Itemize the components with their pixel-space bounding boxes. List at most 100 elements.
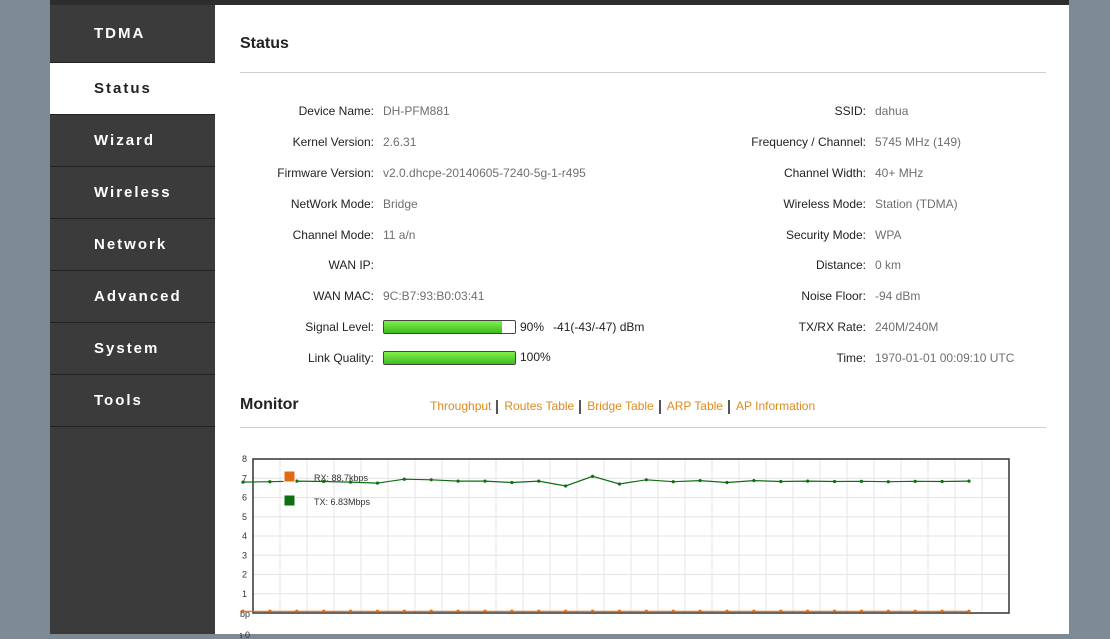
data-point-tx: [752, 478, 756, 483]
legend-label-tx: TX: 6.83Mbps: [314, 497, 371, 507]
info-value: DH-PFM881: [383, 104, 450, 119]
data-point-rx: [510, 609, 514, 613]
left-info-row: Channel Mode: 11 a/n: [240, 219, 720, 250]
info-value: dahua: [875, 104, 909, 119]
data-point-tx: [483, 479, 487, 483]
data-point-tx: [779, 479, 783, 484]
sidebar-item-tdma[interactable]: TDMA: [50, 5, 215, 63]
link-separator: [658, 399, 661, 414]
info-label: Firmware Version:: [277, 165, 374, 180]
y-unit-label: Mbp: [240, 609, 250, 619]
sidebar-item-system[interactable]: System: [50, 323, 215, 375]
sidebar-item-wizard[interactable]: Wizard: [50, 115, 215, 167]
info-value: 40+ MHz: [875, 165, 924, 180]
data-point-rx: [886, 609, 890, 613]
info-label: Channel Mode:: [292, 227, 374, 242]
device-info-left: Device Name: DH-PFM881 Kernel Version: 2.6.…: [240, 96, 720, 373]
monitor-link-routes-table[interactable]: Routes Table: [504, 399, 574, 413]
y-tick-label: 5: [242, 512, 247, 522]
link-quality-value: 100%: [374, 350, 551, 366]
legend-label-rx: RX: 88.7kbps: [314, 473, 369, 483]
data-point-rx: [913, 609, 917, 613]
status-title: Status: [240, 35, 289, 52]
sidebar-item-wireless[interactable]: Wireless: [50, 167, 215, 219]
data-point-rx: [779, 609, 783, 613]
data-point-tx: [967, 479, 971, 483]
data-point-rx: [644, 609, 648, 613]
info-value: 240M/240M: [875, 319, 939, 334]
left-info-row: Firmware Version: v2.0.dhcpe-20140605-724…: [240, 158, 720, 189]
info-label: Noise Floor:: [801, 289, 866, 304]
info-value: 11 a/n: [383, 227, 416, 242]
main-content: Status Device Name: DH-PFM881 Kernel Versi…: [240, 5, 1046, 639]
info-value: v2.0.dhcpe-20140605-7240-5g-1-r495: [383, 165, 586, 180]
sidebar-item-status[interactable]: Status: [50, 63, 215, 115]
data-point-rx: [456, 609, 460, 613]
link-separator: [579, 399, 582, 414]
right-info-row: Noise Floor: -94 dBm: [720, 281, 1040, 312]
right-info-row: TX/RX Rate: 240M/240M: [720, 312, 1040, 343]
link-quality-bar-fill: [384, 352, 515, 365]
info-value: 5745 MHz (149): [875, 135, 962, 150]
info-label: Channel Width:: [783, 165, 866, 180]
monitor-link-ap-information[interactable]: AP Information: [736, 399, 815, 413]
monitor-link-arp-table[interactable]: ARP Table: [667, 399, 723, 413]
signal-level-dbm: -41(-43/-47) dBm: [553, 319, 645, 334]
link-quality-bar: [383, 351, 516, 366]
right-info-row: Security Mode: WPA: [720, 219, 1040, 250]
info-label: Kernel Version:: [292, 135, 374, 150]
monitor-link-bridge-table[interactable]: Bridge Table: [587, 399, 654, 413]
signal-level-row: Signal Level: 90% -41(-43/-47) dBm: [240, 312, 720, 343]
data-point-rx: [402, 609, 406, 613]
signal-level-value: 90% -41(-43/-47) dBm: [374, 320, 644, 335]
data-point-rx: [590, 609, 595, 613]
data-point-rx: [725, 609, 729, 613]
right-info-row: Time: 1970-01-01 00:09:10 UTC: [720, 342, 1040, 373]
data-point-tx: [402, 477, 406, 481]
data-point-tx: [940, 479, 944, 484]
link-quality-label: Link Quality:: [307, 350, 374, 365]
data-point-rx: [483, 609, 487, 613]
sidebar-nav: TDMA Status Wizard Wireless Network Advanced S…: [50, 5, 215, 634]
data-point-rx: [322, 609, 326, 613]
info-value: 2.6.31: [383, 135, 417, 150]
info-value: 9C:B7:93:B0:03:41: [383, 289, 485, 304]
right-info-row: Channel Width: 40+ MHz: [720, 158, 1040, 189]
right-info-row: Frequency / Channel: 5745 MHz (149): [720, 127, 1040, 158]
data-point-rx: [295, 609, 299, 613]
data-point-rx: [268, 609, 272, 613]
info-value: 0 km: [875, 258, 902, 273]
legend-swatch-rx: [283, 470, 296, 483]
data-point-rx: [752, 609, 756, 613]
link-separator: [496, 399, 499, 414]
data-point-rx: [967, 609, 971, 613]
y-tick-label: 1: [242, 589, 247, 599]
data-point-rx: [940, 609, 944, 613]
info-label: Time:: [836, 350, 866, 365]
data-point-tx: [268, 480, 272, 484]
data-point-rx: [564, 609, 568, 613]
y-unit-label-zero: s 0: [240, 630, 250, 639]
info-label: NetWork Mode:: [290, 196, 374, 211]
left-info-row: Kernel Version: 2.6.31: [240, 127, 720, 158]
sidebar-item-advanced[interactable]: Advanced: [50, 271, 215, 323]
right-info-row: SSID: dahua: [720, 96, 1040, 127]
signal-level-bar-fill: [384, 321, 502, 334]
info-label: Distance:: [815, 258, 866, 273]
info-label: SSID:: [834, 104, 866, 119]
info-label: WAN IP:: [328, 258, 374, 273]
sidebar-item-network[interactable]: Network: [50, 219, 215, 271]
data-point-tx: [698, 478, 702, 483]
info-value: WPA: [875, 227, 902, 242]
info-label: TX/RX Rate:: [798, 319, 866, 334]
data-point-tx: [564, 484, 568, 488]
left-info-row: Device Name: DH-PFM881: [240, 96, 720, 127]
data-point-tx: [725, 480, 729, 485]
sidebar-item-tools[interactable]: Tools: [50, 375, 215, 427]
link-quality-percent: 100%: [520, 350, 551, 365]
monitor-link-throughput[interactable]: Throughput: [430, 399, 491, 413]
data-point-tx: [510, 480, 514, 485]
monitor-divider: [240, 427, 1046, 428]
data-point-rx: [348, 609, 353, 613]
data-point-tx: [537, 479, 541, 483]
